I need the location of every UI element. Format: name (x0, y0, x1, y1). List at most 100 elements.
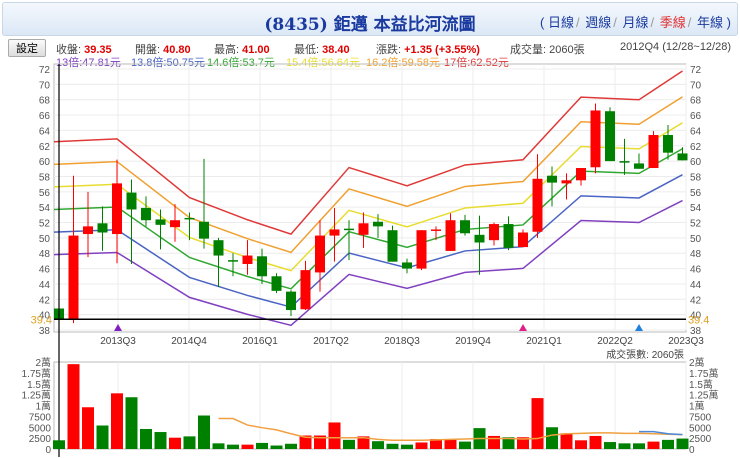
volume-bar (546, 427, 558, 449)
price-tick-label-left: 58 (39, 172, 51, 183)
cursor-price-label-left: 39.4 (31, 314, 52, 326)
candle-body (503, 224, 514, 248)
volume-tick-label-right: 2500 (689, 434, 712, 445)
event-marker-triangle (114, 324, 122, 331)
volume-bar (154, 432, 167, 449)
candle (242, 240, 253, 275)
volume-bar (401, 444, 413, 449)
price-tick-label-left: 46 (39, 265, 51, 276)
candle (605, 107, 615, 162)
volume-tick-label-right: 0 (689, 445, 695, 456)
candle-body (373, 221, 383, 227)
volume-bar (241, 444, 254, 449)
price-tick-label-left: 60 (39, 157, 51, 168)
x-tick-label: 2018Q3 (384, 336, 420, 347)
candle-body (619, 161, 630, 163)
candle (590, 103, 601, 174)
volume-tick-label-left: 5000 (29, 423, 52, 434)
volume-bar (386, 443, 399, 449)
x-tick-label: 2014Q4 (171, 336, 207, 347)
event-marker-triangle (635, 324, 643, 331)
candle-body (431, 229, 441, 231)
candle (619, 138, 630, 175)
candle-body (344, 228, 354, 231)
candle (358, 212, 369, 248)
volume-bar (227, 444, 239, 449)
price-tick-label-right: 46 (690, 265, 702, 276)
candle (445, 213, 456, 251)
volume-bar (647, 441, 660, 449)
candle-body (358, 223, 369, 235)
x-tick-label: 2021Q1 (526, 336, 562, 347)
price-tick-label-left: 68 (39, 96, 51, 107)
candle-body (184, 217, 195, 220)
candle-body (141, 207, 151, 221)
candle-body (605, 111, 615, 162)
candle-body (460, 220, 470, 234)
volume-bar (372, 441, 384, 449)
price-tick-label-left: 50 (39, 234, 51, 245)
x-tick-label: 2023Q3 (668, 336, 704, 347)
candle-body (445, 220, 456, 251)
volume-bar (111, 393, 123, 449)
x-tick-label: 2019Q4 (455, 336, 491, 347)
price-tick-label-left: 42 (39, 295, 51, 306)
volume-bar (125, 397, 138, 449)
volume-tick-label-left: 2萬 (35, 356, 51, 369)
candle (648, 131, 659, 169)
candle (489, 222, 499, 246)
price-tick-label-left: 70 (39, 80, 51, 91)
volume-bar (415, 442, 428, 449)
volume-bar (183, 436, 196, 449)
volume-bar (328, 422, 341, 449)
candle-body (561, 180, 572, 184)
price-tick-label-left: 38 (39, 326, 51, 337)
volume-bar (53, 440, 65, 449)
volume-bar (589, 435, 602, 449)
candle (141, 196, 151, 227)
candle (503, 216, 514, 251)
price-plot-frame (53, 63, 687, 333)
candle (155, 209, 166, 250)
candle-body (286, 291, 296, 311)
volume-bar (618, 443, 631, 449)
volume-bar (531, 398, 544, 449)
volume-bar (140, 428, 152, 449)
volume-tick-label-right: 5000 (689, 423, 712, 434)
price-tick-label-right: 72 (690, 65, 702, 76)
volume-bar (560, 433, 573, 449)
volume-bar (270, 445, 283, 449)
candle-body (228, 260, 238, 262)
volume-bar (459, 441, 471, 449)
candle-body (315, 235, 325, 273)
price-tick-label-left: 48 (39, 249, 51, 260)
candle-body (199, 221, 209, 239)
candle-body (518, 232, 528, 248)
price-tick-label-right: 64 (690, 126, 702, 137)
candle-body (170, 220, 180, 228)
candle-body (474, 234, 485, 243)
candle-body (271, 276, 282, 291)
price-tick-label-right: 56 (690, 188, 702, 199)
price-tick-label-left: 72 (39, 65, 51, 76)
candle-body (576, 168, 586, 181)
candle-body (532, 178, 543, 232)
candle (532, 154, 543, 238)
chart-svg: 38 3840 4042 4244 4446 4648 4850 5052 5254 5456 56… (22, 63, 718, 457)
volume-bar (633, 443, 645, 449)
candle-body (97, 223, 108, 233)
price-tick-label-right: 68 (690, 96, 702, 107)
candle (257, 248, 267, 284)
price-tick-label-right: 54 (690, 203, 702, 214)
candle-body (242, 255, 253, 264)
price-tick-label-left: 66 (39, 111, 51, 122)
candle-body (83, 226, 93, 235)
candle (286, 290, 296, 317)
volume-bar (444, 438, 457, 449)
x-tick-label: 2013Q3 (100, 336, 136, 347)
volume-tick-label-left: 0 (45, 445, 51, 456)
candle (387, 225, 398, 262)
candle (112, 159, 122, 264)
volume-bar (662, 439, 674, 449)
candle (83, 191, 93, 258)
